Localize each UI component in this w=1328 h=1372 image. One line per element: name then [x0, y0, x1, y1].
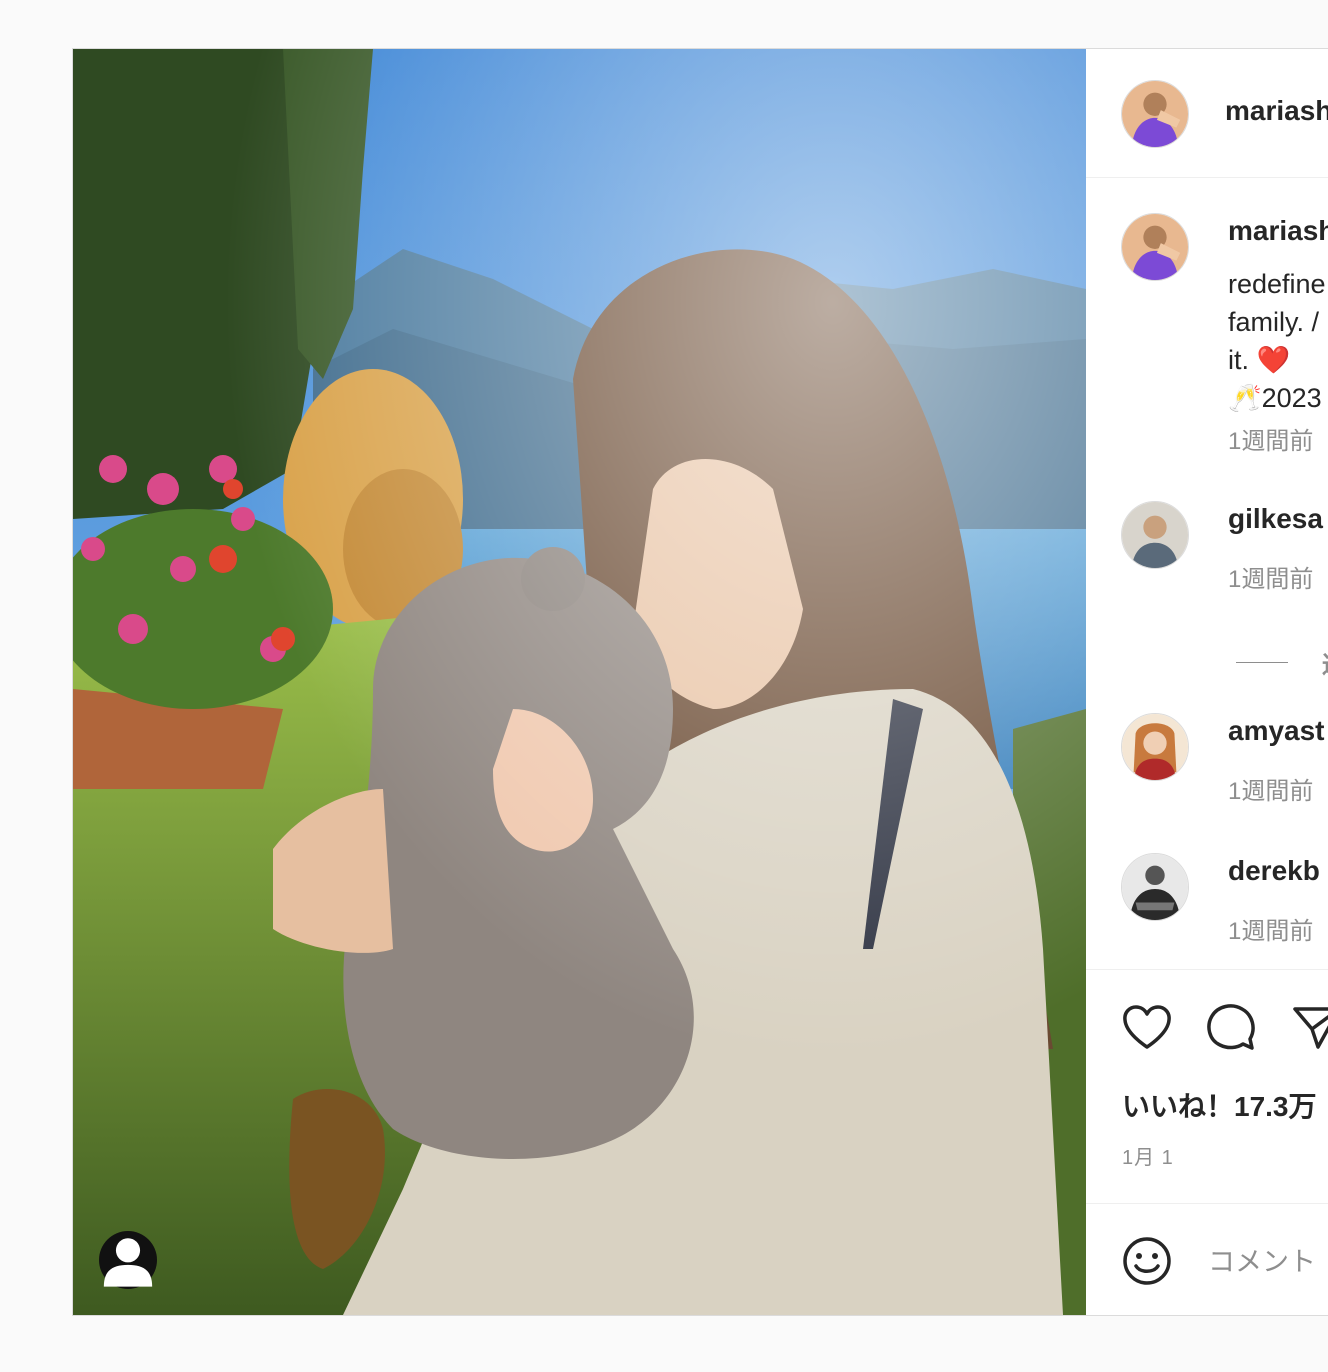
paper-plane-icon[interactable] — [1292, 1005, 1328, 1051]
view-replies-button[interactable]: 返 — [1236, 645, 1328, 680]
comment-avatar[interactable] — [1121, 853, 1189, 921]
caption-line: 🥂2023 — [1228, 383, 1322, 413]
replies-divider — [1236, 662, 1288, 663]
comment-username[interactable]: derekb — [1228, 855, 1320, 887]
comment-timestamp[interactable]: 1週間前 — [1228, 911, 1313, 946]
author-avatar[interactable] — [1121, 80, 1189, 148]
post-card: mariash mariash redefine family. / it. ❤… — [72, 48, 1328, 1316]
view-replies-label: 返 — [1322, 645, 1328, 680]
heart-icon[interactable] — [1122, 1004, 1172, 1050]
comment-bubble-icon[interactable] — [1206, 1003, 1256, 1051]
profile-photo-icon — [1122, 214, 1188, 280]
author-username[interactable]: mariash — [1225, 95, 1328, 127]
caption-line: redefine — [1228, 269, 1326, 299]
post-photo[interactable] — [73, 49, 1086, 1315]
profile-photo-icon — [1122, 854, 1188, 920]
user-tag-button[interactable] — [99, 1231, 157, 1289]
caption-line: it. ❤️ — [1228, 345, 1291, 375]
comment-avatar[interactable] — [1121, 501, 1189, 569]
caption-line: family. / — [1228, 307, 1320, 337]
post-photo-illustration — [73, 49, 1086, 1315]
user-tag-icon — [103, 1238, 153, 1287]
comment-divider — [1086, 1203, 1328, 1204]
comment-timestamp[interactable]: 1週間前 — [1228, 771, 1313, 806]
caption-timestamp[interactable]: 1週間前 — [1228, 421, 1313, 456]
emoji-icon[interactable] — [1122, 1236, 1172, 1286]
comment-username[interactable]: gilkesa — [1228, 503, 1323, 535]
comment-timestamp[interactable]: 1週間前 — [1228, 559, 1313, 594]
profile-photo-icon — [1122, 714, 1188, 780]
comment-username[interactable]: amyast — [1228, 715, 1325, 747]
caption-text: redefine family. / it. ❤️ 🥂2023 — [1228, 265, 1326, 417]
post-date[interactable]: 1月 1 — [1122, 1141, 1174, 1170]
profile-photo-icon — [1122, 502, 1188, 568]
caption-username[interactable]: mariash — [1228, 215, 1328, 247]
comment-avatar[interactable] — [1121, 713, 1189, 781]
profile-photo-icon — [1122, 81, 1188, 147]
post-side-panel: mariash mariash redefine family. / it. ❤… — [1086, 49, 1328, 1315]
comment-input[interactable] — [1206, 1233, 1328, 1291]
action-divider — [1086, 969, 1328, 970]
likes-count[interactable]: いいね！17.3万 — [1122, 1085, 1317, 1125]
caption-avatar[interactable] — [1121, 213, 1189, 281]
post-header: mariash — [1086, 49, 1328, 178]
